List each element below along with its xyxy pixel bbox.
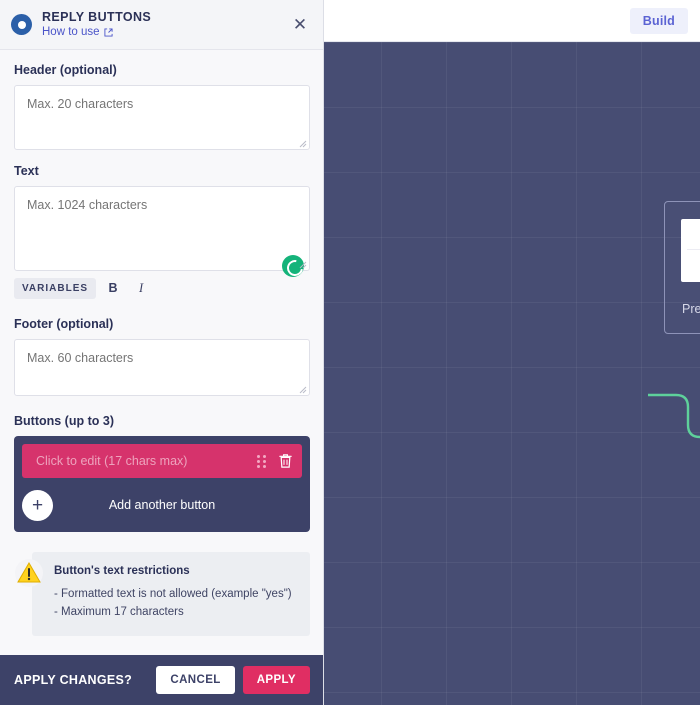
warning-triangle-icon [15, 559, 43, 587]
header-field-wrap [14, 85, 310, 150]
panel-body: Header (optional) Text VARIABLES B [0, 50, 323, 636]
add-another-button[interactable]: + Add another button [22, 486, 302, 524]
green-connector-arrow [648, 393, 700, 439]
reply-buttons-donut-icon [11, 14, 32, 35]
header-field-label: Header (optional) [14, 63, 117, 77]
preview-message-card [681, 219, 700, 282]
build-button[interactable]: Build [629, 7, 688, 34]
header-input[interactable] [14, 85, 310, 150]
apply-button[interactable]: APPLY [242, 666, 310, 694]
footer-field-wrap [14, 339, 310, 396]
buttons-section-label: Buttons (up to 3) [14, 414, 114, 428]
external-link-icon [103, 28, 113, 37]
reply-button-item-label: Click to edit (17 chars max) [36, 454, 188, 468]
footer-input[interactable] [14, 339, 310, 396]
restrictions-line: - Formatted text is not allowed (example… [54, 588, 292, 600]
trash-icon[interactable] [278, 453, 293, 469]
reply-button-item[interactable]: Click to edit (17 chars max) [22, 444, 302, 478]
italic-button[interactable]: I [130, 277, 152, 299]
preview-card-divider [687, 249, 700, 250]
panel-title: REPLY BUTTONS [42, 9, 152, 24]
drag-handle-icon[interactable] [257, 454, 266, 468]
button-text-restrictions-box: Button's text restrictions - Formatted t… [15, 552, 310, 636]
text-field-label: Text [14, 164, 39, 178]
text-field-wrap [14, 186, 310, 277]
cancel-button[interactable]: CANCEL [156, 666, 235, 694]
restrictions-line: - Maximum 17 characters [54, 605, 184, 618]
how-to-use-link[interactable]: How to use [42, 25, 289, 40]
close-icon[interactable]: ✕ [289, 14, 311, 36]
apply-changes-title: APPLY CHANGES? [14, 673, 133, 687]
bold-button[interactable]: B [102, 277, 124, 299]
preview-node-label: Preview [682, 302, 700, 316]
grammarly-icon[interactable] [282, 255, 304, 277]
buttons-card: Click to edit (17 chars max) + Add anoth… [14, 436, 310, 532]
footer-field-label: Footer (optional) [14, 317, 114, 331]
how-to-use-label: How to use [42, 26, 100, 39]
reply-buttons-settings-panel: REPLY BUTTONS How to use ✕ Header (optio… [0, 0, 324, 705]
preview-node[interactable]: Preview [664, 201, 700, 334]
variables-button[interactable]: VARIABLES [14, 277, 97, 299]
panel-header: REPLY BUTTONS How to use ✕ [0, 0, 323, 50]
text-input[interactable] [14, 186, 310, 271]
apply-changes-bar: APPLY CHANGES? CANCEL APPLY [0, 655, 323, 705]
flow-canvas[interactable]: Preview Reply buttons Offer quick respon… [324, 0, 700, 705]
format-toolbar: VARIABLES B I [14, 277, 309, 299]
restrictions-title: Button's text restrictions [54, 565, 190, 577]
canvas-topbar: Build [324, 0, 700, 42]
add-another-button-label: Add another button [108, 498, 216, 512]
app-root: Preview Reply buttons Offer quick respon… [0, 0, 700, 705]
